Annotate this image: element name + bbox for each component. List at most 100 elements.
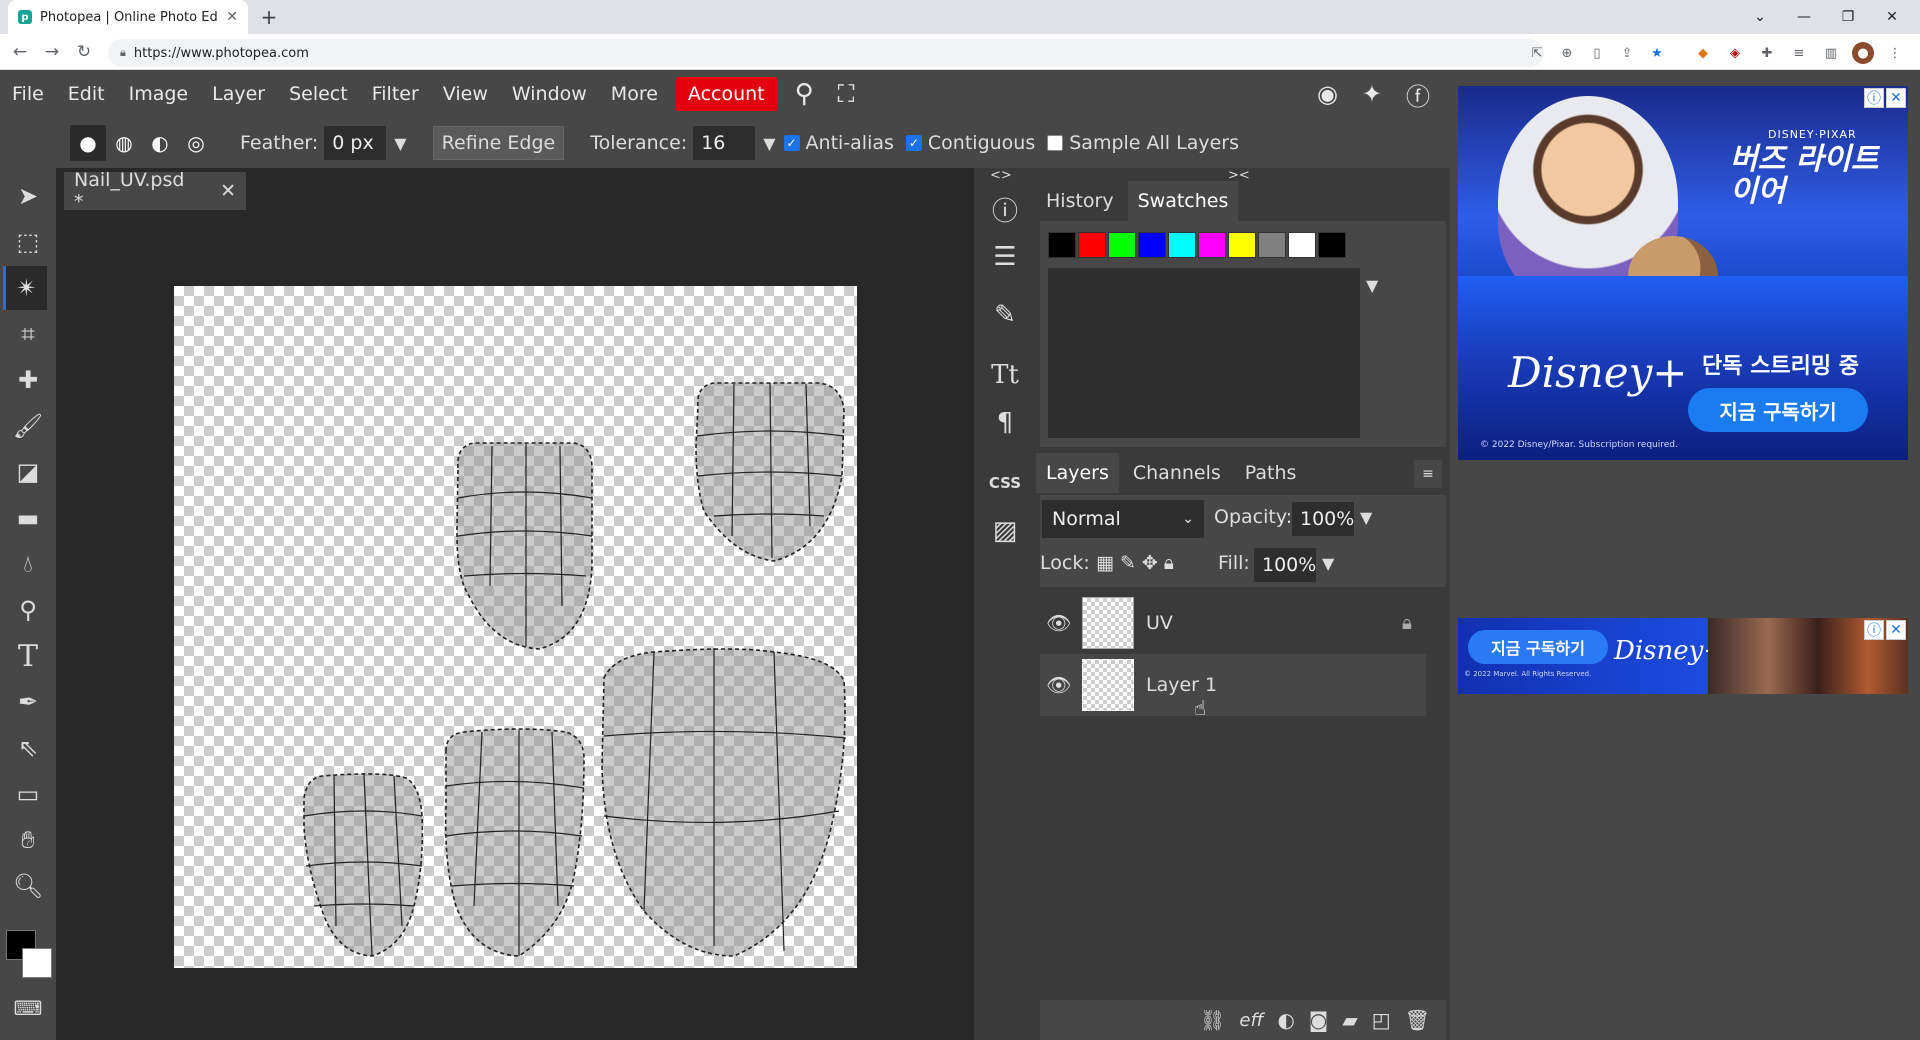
healing-tool-icon[interactable]: ✚: [6, 358, 50, 402]
move-tool-icon[interactable]: ➤: [6, 174, 50, 218]
adjustments-icon[interactable]: ☰: [980, 234, 1030, 280]
layer-row-uv[interactable]: 👁︎ UV 🔒︎: [1040, 592, 1426, 654]
forward-icon[interactable]: →: [40, 40, 64, 64]
disney-ad-banner-2[interactable]: 지금 구독하기 © 2022 Marvel. All Rights Reserv…: [1458, 618, 1908, 694]
type-tool-icon[interactable]: T: [6, 634, 50, 678]
brush-tool-icon[interactable]: 🖌︎: [6, 404, 50, 448]
background-color-swatch[interactable]: [22, 948, 52, 978]
menu-file[interactable]: File: [0, 77, 56, 111]
blend-mode-select[interactable]: Normal ⌄: [1042, 500, 1204, 538]
visibility-eye-icon[interactable]: 👁︎: [1046, 611, 1071, 635]
reload-icon[interactable]: ↻: [72, 40, 96, 64]
menu-layer[interactable]: Layer: [200, 77, 277, 111]
feather-input[interactable]: 0 px: [324, 126, 387, 160]
keyboard-icon[interactable]: ⌨: [6, 986, 50, 1030]
swatch-white[interactable]: [1288, 232, 1316, 258]
menu-edit[interactable]: Edit: [56, 77, 117, 111]
swatch-magenta[interactable]: [1198, 232, 1226, 258]
menu-more[interactable]: More: [599, 77, 670, 111]
trash-icon[interactable]: 🗑︎: [1405, 1008, 1430, 1032]
menu-window[interactable]: Window: [500, 77, 599, 111]
zoom-icon[interactable]: ⊕: [1556, 42, 1578, 64]
feather-dropdown-icon[interactable]: ▼: [394, 134, 406, 153]
close-tab-icon[interactable]: ✕: [226, 9, 238, 25]
swatch-blue[interactable]: [1138, 232, 1166, 258]
effects-icon[interactable]: eff: [1239, 1010, 1263, 1031]
ad2-info-icon[interactable]: ⓘ: [1864, 620, 1884, 640]
marquee-tool-icon[interactable]: ⬚: [6, 220, 50, 264]
fill-dropdown-icon[interactable]: ▼: [1322, 554, 1334, 573]
twitter-icon[interactable]: ✦: [1350, 77, 1394, 111]
refine-edge-button[interactable]: Refine Edge: [432, 126, 565, 160]
swatch-red[interactable]: [1078, 232, 1106, 258]
profile-avatar[interactable]: ●: [1852, 42, 1874, 64]
new-selection-icon[interactable]: ●: [70, 125, 106, 161]
subtract-selection-icon[interactable]: ◐: [142, 125, 178, 161]
swatch-gray[interactable]: [1258, 232, 1286, 258]
menu-image[interactable]: Image: [117, 77, 201, 111]
ad-subscribe-button[interactable]: 지금 구독하기: [1688, 388, 1868, 432]
tab-layers[interactable]: Layers: [1036, 453, 1119, 493]
tab-search-icon[interactable]: ⌄: [1740, 4, 1780, 30]
back-icon[interactable]: ←: [8, 40, 32, 64]
gradient-tool-icon[interactable]: ▬: [6, 496, 50, 540]
tab-channels[interactable]: Channels: [1123, 453, 1231, 493]
adjustment-icon[interactable]: ◐: [1277, 1008, 1294, 1032]
fill-input[interactable]: 100%: [1254, 548, 1316, 582]
swatch-black-2[interactable]: [1318, 232, 1346, 258]
paragraph-icon[interactable]: ¶: [980, 400, 1030, 446]
visibility-eye-icon[interactable]: 👁︎: [1046, 673, 1071, 697]
ad-info-icon[interactable]: ⓘ: [1864, 88, 1884, 108]
page-icon[interactable]: ▯: [1586, 42, 1608, 64]
menu-view[interactable]: View: [431, 77, 500, 111]
pen-tool-icon[interactable]: ✒: [6, 680, 50, 724]
facebook-icon[interactable]: ⓕ: [1394, 77, 1442, 111]
mask-icon[interactable]: ◙: [1309, 1008, 1328, 1032]
reddit-icon[interactable]: ◉: [1305, 77, 1350, 111]
ad2-subscribe-button[interactable]: 지금 구독하기: [1468, 630, 1608, 664]
browser-tab[interactable]: p Photopea | Online Photo Editor ✕: [8, 0, 248, 34]
open-in-app-icon[interactable]: ⇱: [1526, 42, 1548, 64]
dodge-tool-icon[interactable]: ⚲: [6, 588, 50, 632]
search-icon[interactable]: ⚲: [783, 77, 826, 111]
tolerance-dropdown-icon[interactable]: ▼: [763, 134, 775, 153]
extensions-puzzle-icon[interactable]: ✚: [1756, 42, 1778, 64]
anti-alias-checkbox[interactable]: ✓: [783, 135, 800, 151]
document-canvas[interactable]: [174, 286, 857, 968]
swatch-yellow[interactable]: [1228, 232, 1256, 258]
url-field[interactable]: 🔒︎ https://www.photopea.com: [108, 39, 1544, 67]
blur-tool-icon[interactable]: 💧︎: [6, 542, 50, 586]
crop-tool-icon[interactable]: ⌗: [6, 312, 50, 356]
image-icon[interactable]: ▨: [980, 508, 1030, 554]
restore-icon[interactable]: ❐: [1828, 4, 1868, 30]
fullscreen-icon[interactable]: ⛶: [826, 77, 867, 111]
character-icon[interactable]: Tt: [980, 352, 1030, 398]
lock-position-icon[interactable]: ✥: [1142, 552, 1158, 574]
swatches-area[interactable]: [1048, 268, 1360, 438]
swatch-black[interactable]: [1048, 232, 1076, 258]
reading-list-icon[interactable]: ≡: [1788, 42, 1810, 64]
menu-filter[interactable]: Filter: [360, 77, 431, 111]
close-window-icon[interactable]: ✕: [1872, 4, 1912, 30]
layer-row-layer1[interactable]: 👁︎ Layer 1: [1040, 654, 1426, 716]
path-select-tool-icon[interactable]: ⇖: [6, 726, 50, 770]
rectangle-tool-icon[interactable]: ▭: [6, 772, 50, 816]
layers-menu-icon[interactable]: ≡: [1414, 460, 1442, 488]
lock-transparency-icon[interactable]: ▦: [1096, 552, 1114, 574]
metamask-extension-icon[interactable]: ◆: [1692, 42, 1714, 64]
ad-close-icon[interactable]: ✕: [1886, 88, 1906, 108]
lock-pixels-icon[interactable]: ✎: [1120, 552, 1136, 574]
link-icon[interactable]: ⛓︎: [1200, 1008, 1225, 1032]
magic-wand-tool-button[interactable]: ✴: [3, 266, 47, 310]
bookmark-star-icon[interactable]: ★: [1646, 42, 1668, 64]
sample-all-checkbox[interactable]: [1047, 135, 1064, 151]
swatch-green[interactable]: [1108, 232, 1136, 258]
opacity-input[interactable]: 100%: [1292, 502, 1354, 536]
collapse-sidebar-icon[interactable]: <>: [990, 168, 1012, 183]
swatches-menu-icon[interactable]: ▼: [1366, 276, 1378, 295]
disney-ad-banner[interactable]: DISNEY·PIXAR 버즈 라이트이어 Disney+ 단독 스트리밍 중 …: [1458, 86, 1908, 460]
new-layer-icon[interactable]: ◰: [1372, 1008, 1391, 1032]
share-icon[interactable]: ⇪: [1616, 42, 1638, 64]
account-button[interactable]: Account: [675, 77, 777, 111]
info-icon[interactable]: ⓘ: [980, 186, 1030, 232]
